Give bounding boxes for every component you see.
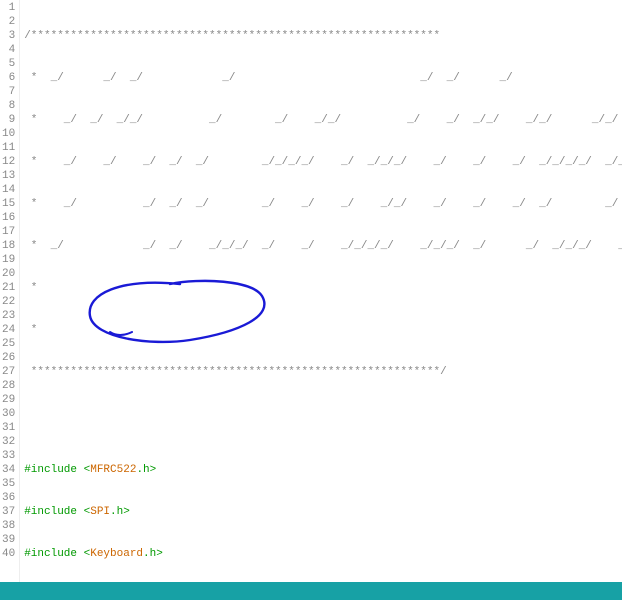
ascii-line: * _/ _/ _/ _/ _/ _/ _/ _/_/ _/ _/ _/ _/ …	[24, 198, 622, 210]
include-kw: #include <	[24, 506, 90, 518]
status-bar	[0, 582, 622, 600]
ascii-line: *	[24, 282, 37, 294]
include-kw: #include <	[24, 548, 90, 560]
include-kw: #include <	[24, 464, 90, 476]
ascii-line: /***************************************…	[24, 30, 440, 42]
include-lib: MFRC522	[90, 464, 136, 476]
line-gutter: 12345678910 11121314151617181920 2122232…	[0, 0, 20, 582]
ascii-line: *	[24, 324, 37, 336]
code-area[interactable]: /***************************************…	[20, 0, 622, 582]
hand-annotation-circle	[80, 248, 280, 379]
ascii-line: * _/ _/ _/ _/ _/ _/_/_/_/ _/ _/_/_/ _/ _…	[24, 156, 622, 168]
code-editor: 12345678910 11121314151617181920 2122232…	[0, 0, 622, 582]
ascii-line: * _/ _/ _/ _/ _/ _/ _/ _/	[24, 72, 622, 84]
include-lib: Keyboard	[90, 548, 143, 560]
ascii-line: * _/ _/ _/ _/_/_/ _/ _/ _/_/_/_/ _/_/_/ …	[24, 240, 622, 252]
include-lib: SPI	[90, 506, 110, 518]
ascii-line: * _/ _/ _/_/ _/ _/ _/_/ _/ _/ _/_/ _/_/ …	[24, 114, 622, 126]
ascii-line: ****************************************…	[24, 366, 446, 378]
